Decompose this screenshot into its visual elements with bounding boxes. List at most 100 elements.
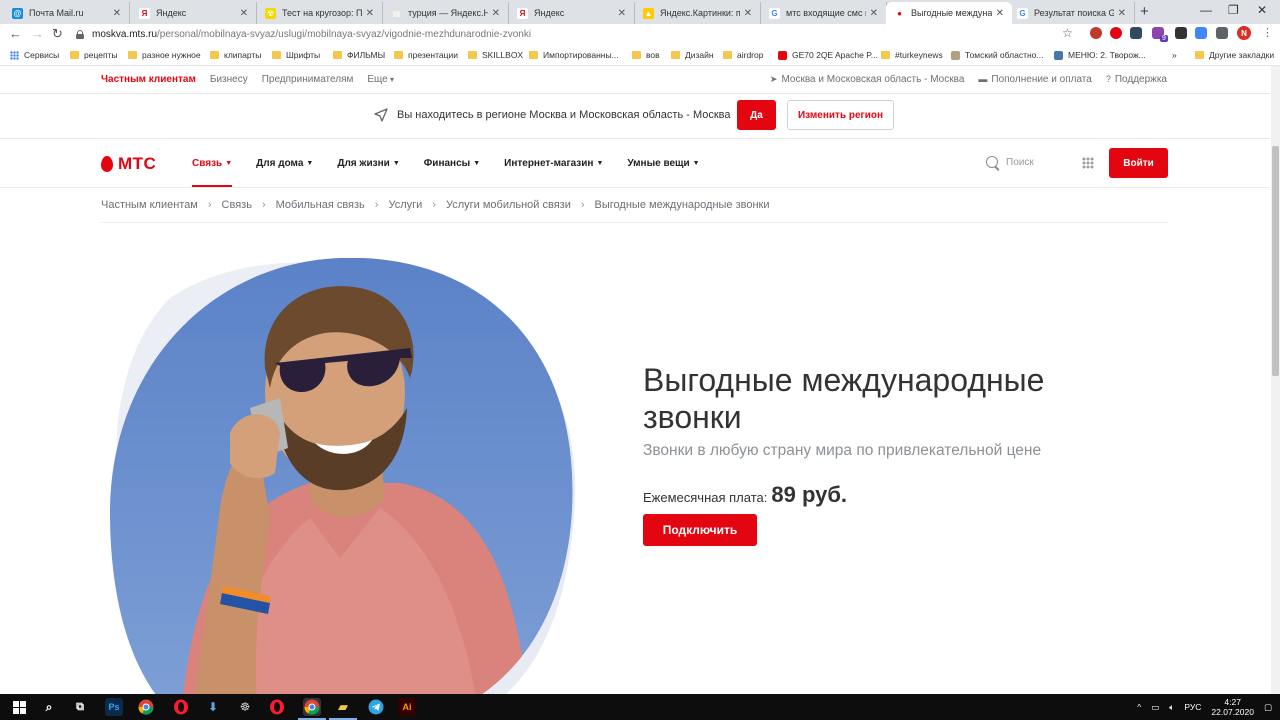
opera-icon[interactable] bbox=[172, 698, 190, 716]
bookmark-item[interactable]: ФИЛЬМЫ bbox=[333, 50, 385, 60]
app-icon-7[interactable]: ⬇ bbox=[204, 698, 222, 716]
volume-icon[interactable]: 🔈︎ bbox=[1169, 702, 1174, 713]
menu-kebab-icon[interactable]: ⋮ bbox=[1262, 26, 1273, 39]
monthly-fee: Ежемесячная плата: 89 руб. bbox=[643, 482, 1123, 508]
reload-icon[interactable]: ↻ bbox=[52, 26, 63, 42]
opera-icon-2[interactable] bbox=[268, 698, 286, 716]
extension-icon-2[interactable] bbox=[1110, 27, 1122, 39]
browser-tab[interactable]: Gмтс входящие смс в р ✕ bbox=[761, 2, 887, 24]
breadcrumb-item[interactable]: Услуги мобильной связи bbox=[446, 199, 571, 211]
bookmark-item[interactable]: Сервисы bbox=[10, 50, 59, 60]
bookmark-item[interactable]: Другие закладки bbox=[1195, 50, 1274, 60]
region-confirm-button[interactable]: Да bbox=[737, 100, 776, 130]
browser-tab[interactable]: @ Почта Mail.ru ✕ bbox=[4, 2, 130, 24]
bookmark-star-icon[interactable]: ☆ bbox=[1062, 26, 1073, 40]
browser-tab[interactable]: ● Выгодные международ ✕ bbox=[886, 2, 1012, 24]
file-explorer-icon[interactable]: ▰ bbox=[329, 698, 357, 720]
browser-tab[interactable]: ▲ Яндекс.Картинки: пои ✕ bbox=[635, 2, 761, 24]
extension-icon-6[interactable] bbox=[1195, 27, 1207, 39]
tab-close-icon[interactable]: ✕ bbox=[240, 8, 248, 19]
chrome-active-icon[interactable] bbox=[298, 698, 326, 720]
back-icon[interactable]: ← bbox=[9, 26, 22, 41]
nav-item-svyaz[interactable]: Связь ▼ bbox=[192, 139, 233, 187]
search-icon[interactable]: ⌕ bbox=[40, 698, 58, 716]
notifications-icon[interactable]: ▢ bbox=[1264, 702, 1272, 713]
segment-link-business[interactable]: Бизнесу bbox=[210, 74, 248, 85]
bookmark-item[interactable]: airdrop bbox=[723, 50, 763, 60]
network-icon[interactable]: ▭ bbox=[1151, 702, 1159, 713]
maximize-icon[interactable]: ❐ bbox=[1228, 3, 1239, 17]
telegram-icon[interactable] bbox=[367, 698, 385, 716]
support-link[interactable]: ? Поддержка bbox=[1106, 74, 1167, 85]
bookmark-item[interactable]: Шрифты bbox=[272, 50, 320, 60]
bookmark-item[interactable]: GE70 2QE Apache P... bbox=[778, 50, 878, 60]
app-icon-8[interactable]: ☸ bbox=[236, 698, 254, 716]
change-region-button[interactable]: Изменить регион bbox=[787, 100, 894, 130]
bookmarks-overflow-button[interactable]: » bbox=[1172, 50, 1177, 60]
mts-logo[interactable]: МТС bbox=[101, 154, 156, 174]
bookmark-item[interactable]: Дизайн bbox=[671, 50, 714, 60]
bookmark-item[interactable]: вов bbox=[632, 50, 660, 60]
scrollbar-thumb[interactable] bbox=[1272, 146, 1279, 376]
minimize-icon[interactable]: — bbox=[1200, 3, 1212, 17]
bookmark-item[interactable]: #turkeynews bbox=[881, 50, 943, 60]
segment-link-entrepreneurs[interactable]: Предпринимателям bbox=[262, 74, 354, 85]
nav-item-home[interactable]: Для дома ▼ bbox=[256, 139, 313, 187]
clock[interactable]: 4:27 22.07.2020 bbox=[1211, 697, 1254, 717]
bookmark-item[interactable]: разное нужное bbox=[128, 50, 201, 60]
close-window-icon[interactable]: ✕ bbox=[1257, 3, 1267, 17]
tab-close-icon[interactable]: ✕ bbox=[744, 8, 752, 19]
breadcrumb-item[interactable]: Связь bbox=[222, 199, 252, 211]
segment-link-more[interactable]: Еще bbox=[367, 74, 394, 85]
page-scrollbar[interactable] bbox=[1271, 66, 1280, 694]
breadcrumb-item[interactable]: Частным клиентам bbox=[101, 199, 198, 211]
task-view-icon[interactable]: ⧉ bbox=[71, 698, 89, 716]
nav-item-life[interactable]: Для жизни ▼ bbox=[337, 139, 399, 187]
tab-close-icon[interactable]: ✕ bbox=[870, 8, 878, 19]
bookmark-item[interactable]: МЕНЮ: 2. Творож... bbox=[1054, 50, 1146, 60]
browser-tab[interactable]: ▤ турция — Яндекс.Ново ✕ bbox=[383, 2, 509, 24]
extension-icon-3[interactable] bbox=[1130, 27, 1142, 39]
forward-icon[interactable]: → bbox=[31, 26, 44, 41]
extension-icon-5[interactable] bbox=[1175, 27, 1187, 39]
tab-close-icon[interactable]: ✕ bbox=[113, 8, 121, 19]
site-search[interactable]: Поиск bbox=[986, 156, 1034, 168]
illustrator-icon[interactable]: Ai bbox=[398, 698, 416, 716]
tab-close-icon[interactable]: ✕ bbox=[492, 8, 500, 19]
extension-icon-1[interactable] bbox=[1090, 27, 1102, 39]
nav-item-smart[interactable]: Умные вещи ▼ bbox=[627, 139, 699, 187]
browser-tab[interactable]: G Результат поиска Goo ✕ bbox=[1009, 2, 1135, 24]
tray-chevron-icon[interactable]: ^ bbox=[1137, 702, 1141, 712]
new-tab-button[interactable]: + bbox=[1140, 3, 1149, 20]
url-field[interactable]: moskva.mts.ru/personal/mobilnaya-svyaz/u… bbox=[70, 25, 1090, 43]
breadcrumb-item[interactable]: Мобильная связь bbox=[276, 199, 365, 211]
profile-avatar[interactable]: N bbox=[1237, 26, 1251, 40]
bookmark-item[interactable]: Томский областно... bbox=[951, 50, 1043, 60]
tab-close-icon[interactable]: ✕ bbox=[996, 8, 1004, 19]
segment-link-personal[interactable]: Частным клиентам bbox=[101, 74, 196, 85]
region-link[interactable]: ➤ Москва и Московская область - Москва bbox=[770, 74, 965, 85]
browser-tab[interactable]: Я Яндекс ✕ bbox=[509, 2, 635, 24]
nav-item-finance[interactable]: Финансы ▼ bbox=[424, 139, 480, 187]
bookmark-item[interactable]: SKILLBOX bbox=[468, 50, 523, 60]
bookmark-item[interactable]: рецепты bbox=[70, 50, 118, 60]
windows-start-icon[interactable] bbox=[10, 698, 28, 716]
tab-close-icon[interactable]: ✕ bbox=[1118, 8, 1126, 19]
connect-button[interactable]: Подключить bbox=[643, 514, 757, 546]
breadcrumb-item[interactable]: Услуги bbox=[388, 199, 422, 211]
bookmark-item[interactable]: Импортированны... bbox=[529, 50, 619, 60]
payment-link[interactable]: ▬ Пополнение и оплата bbox=[978, 74, 1091, 85]
apps-grid-icon[interactable] bbox=[1082, 157, 1094, 169]
login-button[interactable]: Войти bbox=[1109, 148, 1168, 178]
tab-close-icon[interactable]: ✕ bbox=[366, 8, 374, 19]
extensions-puzzle-icon[interactable] bbox=[1216, 27, 1228, 39]
keyboard-language[interactable]: РУС bbox=[1184, 702, 1201, 712]
nav-item-shop[interactable]: Интернет-магазин ▼ bbox=[504, 139, 603, 187]
chrome-icon[interactable] bbox=[137, 698, 155, 716]
tab-close-icon[interactable]: ✕ bbox=[618, 8, 626, 19]
browser-tab[interactable]: Я Яндекс ✕ bbox=[131, 2, 257, 24]
bookmark-item[interactable]: презентации bbox=[394, 50, 458, 60]
browser-tab[interactable]: ☢ Тест на кругозор: Пои ✕ bbox=[257, 2, 383, 24]
photoshop-icon[interactable]: Ps bbox=[105, 698, 123, 716]
bookmark-item[interactable]: клипарты bbox=[210, 50, 261, 60]
